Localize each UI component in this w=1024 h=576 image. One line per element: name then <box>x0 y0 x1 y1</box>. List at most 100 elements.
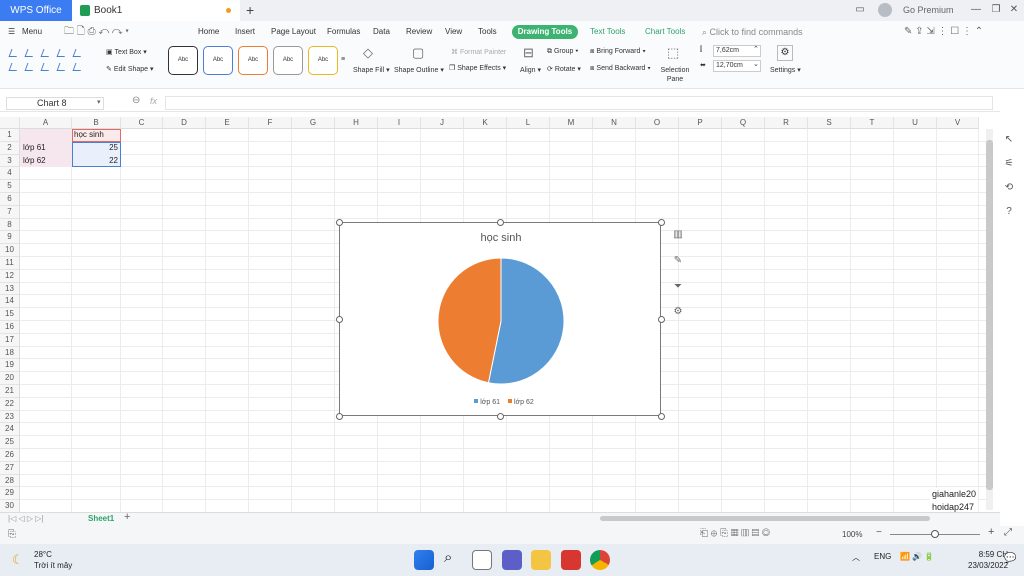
spreadsheet-grid[interactable]: ABCDEFGHIJKLMNOPQRSTUV 1 2 3 4 5 6 7 8 9 10 11 12 13… <box>0 117 986 512</box>
sheet-nav-arrows[interactable]: |◁ ◁ ▷ ▷| <box>8 512 43 526</box>
tab-drawing-tools[interactable]: Drawing Tools <box>512 25 578 39</box>
row-header[interactable]: 14 <box>0 295 20 309</box>
file-explorer-icon[interactable] <box>531 550 551 570</box>
row-header[interactable]: 23 <box>0 410 20 424</box>
search-taskbar-icon[interactable]: ⌕ <box>444 549 452 566</box>
tab-text-tools[interactable]: Text Tools <box>590 21 625 43</box>
zoom-level[interactable]: 100% <box>842 526 862 544</box>
view-mode-icons[interactable]: ⎗ ⊕ ⎘ ▦ ▥ ▤ ◎ <box>700 528 770 539</box>
command-search[interactable]: ⌕ Click to find commands <box>702 21 803 43</box>
properties-icon[interactable]: ⚟ <box>1001 156 1017 172</box>
column-header[interactable]: U <box>894 117 937 129</box>
quick-access-icons[interactable]: 🗀 🗋 ⎙ ↶ ↷ ▾ <box>64 21 129 43</box>
tab-formulas[interactable]: Formulas <box>327 21 360 43</box>
row-header[interactable]: 29 <box>0 487 20 501</box>
column-header[interactable]: Q <box>722 117 765 129</box>
column-header[interactable]: A <box>20 117 72 129</box>
row-header[interactable]: 20 <box>0 372 20 385</box>
bring-forward-button[interactable]: ⧈ Bring Forward ▾ <box>590 48 646 56</box>
add-sheet-icon[interactable]: + <box>124 511 130 523</box>
align-button[interactable]: Align ▾ <box>520 66 541 74</box>
column-header[interactable]: O <box>636 117 679 129</box>
tab-tools[interactable]: Tools <box>478 21 497 43</box>
new-tab-plus-icon[interactable]: + <box>246 2 254 18</box>
column-header[interactable]: S <box>808 117 851 129</box>
app-tab[interactable]: WPS Office <box>0 0 72 21</box>
column-header[interactable]: G <box>292 117 335 129</box>
weather-widget[interactable]: 28°C Trời ít mây <box>34 549 72 571</box>
cell-A2[interactable]: lớp 61 <box>21 142 48 155</box>
tab-chart-tools[interactable]: Chart Tools <box>645 21 685 43</box>
row-header[interactable]: 19 <box>0 359 20 373</box>
menu-button[interactable]: Menu <box>22 21 42 43</box>
row-header[interactable]: 10 <box>0 244 20 257</box>
column-header[interactable]: D <box>163 117 206 129</box>
shape-style-5[interactable]: Abc <box>308 46 338 75</box>
rotate-button[interactable]: ⟳ Rotate ▾ <box>547 65 581 73</box>
selection-pane-button[interactable]: Selection Pane <box>660 66 690 84</box>
row-header[interactable]: 6 <box>0 193 20 206</box>
minimize-icon[interactable]: — <box>968 3 984 17</box>
resize-handle[interactable] <box>336 219 343 226</box>
column-header[interactable]: B <box>72 117 121 129</box>
tab-home[interactable]: Home <box>198 21 219 43</box>
zoom-formula-icon[interactable]: ⊖ <box>132 95 140 106</box>
notification-icon[interactable]: 💬 <box>1004 553 1016 564</box>
formula-input[interactable] <box>165 96 993 110</box>
avatar[interactable] <box>878 3 892 17</box>
column-header[interactable]: L <box>507 117 550 129</box>
resize-handle[interactable] <box>658 219 665 226</box>
chart-elements-icon[interactable]: ▥ <box>668 225 688 245</box>
document-tab[interactable]: Book1 <box>72 0 240 21</box>
shape-effects-button[interactable]: ❒ Shape Effects ▾ <box>449 64 506 72</box>
horizontal-scroll-thumb[interactable] <box>600 516 930 521</box>
chart-filter-icon[interactable]: ⏷ <box>668 277 688 297</box>
wps-office-icon[interactable] <box>561 550 581 570</box>
shape-fill-button[interactable]: Shape Fill ▾ <box>353 66 390 74</box>
row-header[interactable]: 17 <box>0 333 20 347</box>
row-header[interactable]: 11 <box>0 257 20 270</box>
shape-style-3[interactable]: Abc <box>238 46 268 75</box>
close-icon[interactable]: ✕ <box>1006 3 1022 17</box>
zoom-in-icon[interactable]: + <box>988 526 994 538</box>
row-header[interactable]: 30 <box>0 500 20 512</box>
share-icons[interactable]: ✎ ⇪ ⇲ ⋮ ☐ ⋮ ⌃ <box>904 21 983 43</box>
cell-B3[interactable]: 22 <box>72 155 120 168</box>
row-header[interactable]: 16 <box>0 321 20 334</box>
column-header[interactable]: K <box>464 117 507 129</box>
name-box-dropdown-icon[interactable]: ▾ <box>97 98 101 106</box>
row-header[interactable]: 21 <box>0 385 20 398</box>
row-header[interactable]: 28 <box>0 474 20 488</box>
pie-slice-2[interactable] <box>437 257 502 384</box>
chrome-icon[interactable] <box>590 550 610 570</box>
row-header[interactable]: 1 <box>0 129 20 142</box>
name-box[interactable]: Chart 8 <box>6 97 104 110</box>
resize-handle[interactable] <box>497 413 504 420</box>
column-header[interactable]: J <box>421 117 464 129</box>
column-header[interactable]: F <box>249 117 292 129</box>
history-icon[interactable]: ⟲ <box>1001 180 1017 196</box>
chart-settings-icon[interactable]: ⚙ <box>668 302 688 322</box>
column-header[interactable]: C <box>121 117 163 129</box>
text-box-button[interactable]: ▣ Text Box ▾ <box>106 48 147 56</box>
row-header[interactable]: 5 <box>0 180 20 193</box>
column-header[interactable]: I <box>378 117 421 129</box>
row-header[interactable]: 24 <box>0 423 20 437</box>
fullscreen-icon[interactable]: ⤢ <box>1004 527 1012 538</box>
group-button[interactable]: ⧉ Group ▾ <box>547 48 578 56</box>
column-header[interactable]: H <box>335 117 378 129</box>
row-header[interactable]: 8 <box>0 218 20 232</box>
window-layout-icon[interactable]: ▭ <box>852 3 868 17</box>
menu-hamburger-icon[interactable]: ☰ <box>8 21 15 43</box>
task-view-icon[interactable] <box>472 550 492 570</box>
select-all-corner[interactable] <box>0 117 20 129</box>
row-header[interactable]: 22 <box>0 397 20 411</box>
help-icon[interactable]: ? <box>1001 204 1017 220</box>
tab-data[interactable]: Data <box>373 21 390 43</box>
shape-style-1[interactable]: Abc <box>168 46 198 75</box>
cell-B2[interactable]: 25 <box>72 142 120 155</box>
style-more-icon[interactable]: ≡ <box>341 56 345 63</box>
tab-insert[interactable]: Insert <box>235 21 255 43</box>
resize-handle[interactable] <box>658 316 665 323</box>
tab-view[interactable]: View <box>445 21 462 43</box>
